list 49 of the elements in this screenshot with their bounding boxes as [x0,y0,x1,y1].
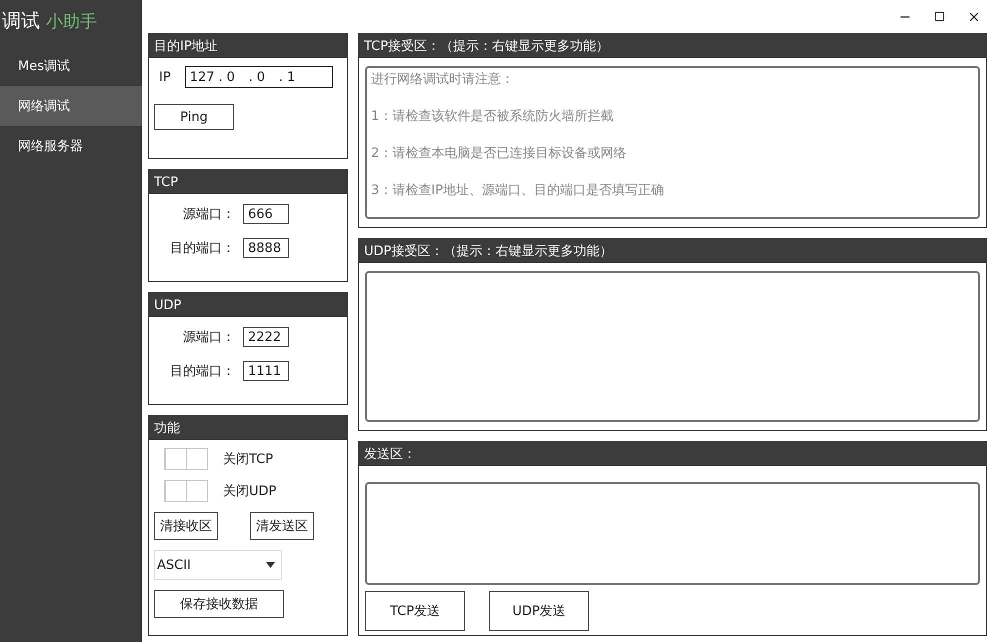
sidebar-item[interactable]: 网络服务器 [0,126,142,166]
send-button[interactable]: TCP发送 [365,591,465,631]
panel-title: TCP接受区：（提示：右键显示更多功能） [359,34,986,58]
ip-label: IP [159,70,171,84]
receive-area[interactable] [365,271,980,422]
port-label: 源端口： [182,206,235,223]
caret-icon [266,562,275,568]
panel-title: 功能 [149,416,347,440]
ip-octet: 0 [226,70,236,84]
app-title: 调试 [2,9,40,34]
toggle-label: 关闭TCP [223,451,274,468]
notice-text: 进行网络调试时请注意： [371,71,515,88]
port-field[interactable]: 1111 [243,361,289,381]
panel-title: UDP接受区：（提示：右键显示更多功能） [359,239,986,263]
send-area[interactable] [365,482,980,585]
notice-text: 1：请检查该软件是否被系统防火墙所拦截 [371,108,614,125]
clear-button[interactable]: 清接收区 [154,512,218,540]
save-button[interactable]: 保存接收数据 [154,590,284,618]
port-label: 目的端口： [169,363,235,380]
ip-separator: . [278,70,283,84]
app-subtitle: 小助手 [46,11,97,33]
clear-button[interactable]: 清发送区 [250,512,314,540]
panel-title: 发送区： [359,442,986,466]
panel-title: TCP [149,170,347,194]
ip-octet: 1 [286,70,296,84]
panel-title: 目的IP地址 [149,34,347,58]
port-field[interactable]: 666 [243,204,289,224]
send-button[interactable]: UDP发送 [489,591,589,631]
ip-octet: 127 [190,70,215,84]
port-field[interactable]: 2222 [243,327,289,347]
notice-text: 2：请检查本电脑是否已连接目标设备或网络 [371,145,628,162]
ip-separator: . [248,70,253,84]
toggle-label: 关闭UDP [223,483,276,500]
port-label: 目的端口： [169,240,235,257]
port-label: 源端口： [182,329,235,346]
maximize-icon[interactable] [934,11,945,22]
port-field[interactable]: 8888 [243,238,289,258]
notice-text: 3：请检查IP地址、源端口、目的端口是否填写正确 [371,182,665,199]
toggle-switch[interactable] [164,448,208,470]
ip-separator: . [218,70,223,84]
ip-octet: 0 [256,70,266,84]
toggle-switch[interactable] [164,480,208,502]
sidebar-item[interactable]: Mes调试 [0,46,142,86]
sidebar-item[interactable]: 网络调试 [0,86,142,126]
panel-title: UDP [149,293,347,317]
ping-button[interactable]: Ping [154,104,234,130]
ip-field[interactable]: 127 . 0 . 0 . 1 [184,66,333,88]
receive-area[interactable]: 进行网络调试时请注意： 1：请检查该软件是否被系统防火墙所拦截 2：请检查本电脑是否已连接目标设备或网络 3：请检查IP地址、源端口、目的端口是否填写正确 [365,66,980,219]
encoding-dropdown[interactable]: ASCII [154,550,282,580]
